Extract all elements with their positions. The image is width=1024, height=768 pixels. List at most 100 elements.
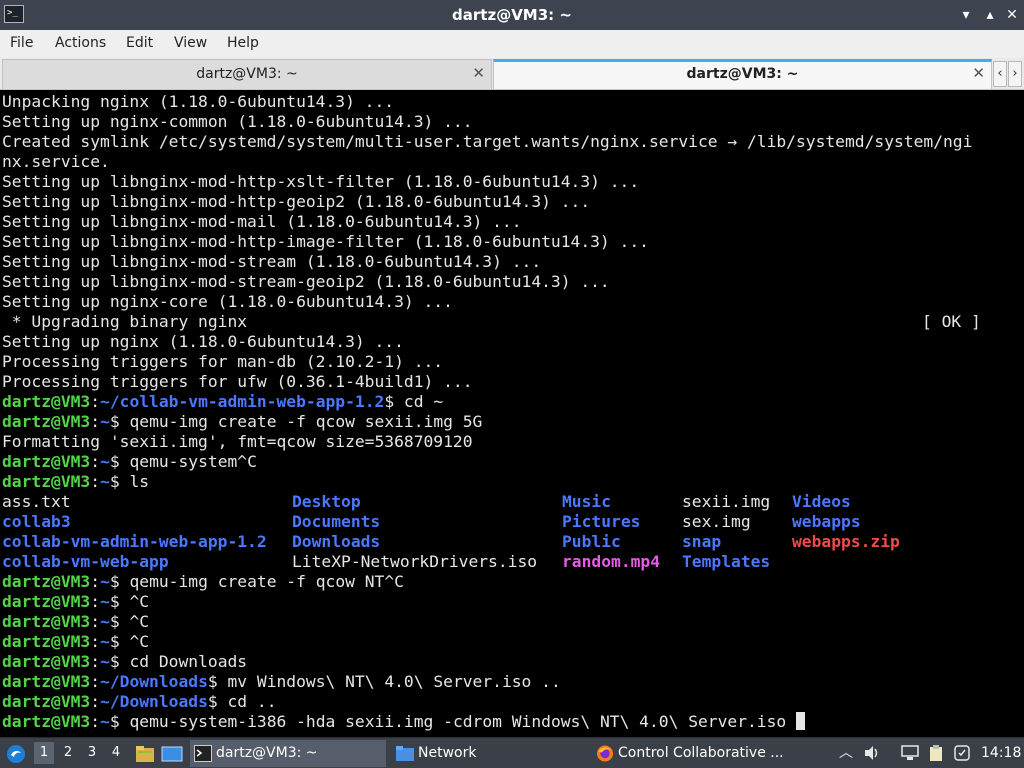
ls-entry: Templates bbox=[682, 552, 771, 571]
menu-actions[interactable]: Actions bbox=[55, 35, 106, 51]
workspace-1[interactable]: 1 bbox=[34, 742, 54, 764]
prompt-path: ~ bbox=[100, 412, 110, 431]
prompt-user: dartz@VM3 bbox=[2, 392, 91, 411]
terminal-line: Setting up libnginx-mod-stream (1.18.0-6… bbox=[2, 252, 1024, 272]
prompt-user: dartz@VM3 bbox=[2, 712, 91, 731]
prompt-separator: : bbox=[90, 412, 101, 431]
menu-view[interactable]: View bbox=[174, 35, 207, 51]
close-button[interactable]: ✕ bbox=[1003, 6, 1021, 24]
menu-edit[interactable]: Edit bbox=[126, 35, 153, 51]
ls-entry: snap bbox=[682, 532, 722, 551]
notifications-icon[interactable] bbox=[953, 744, 971, 762]
terminal-line: Setting up libnginx-mod-http-xslt-filter… bbox=[2, 172, 1024, 192]
tab-close-icon[interactable]: ✕ bbox=[972, 64, 985, 82]
terminal-line: dartz@VM3:~$ qemu-img create -f qcow NT^… bbox=[2, 572, 1024, 592]
terminal-line: nx.service. bbox=[2, 152, 1024, 172]
prompt-path: ~ bbox=[100, 572, 110, 591]
prompt-user: dartz@VM3 bbox=[2, 672, 91, 691]
terminal-line: dartz@VM3:~$ qemu-system^C bbox=[2, 452, 1024, 472]
terminal-line: Setting up libnginx-mod-mail (1.18.0-6ub… bbox=[2, 212, 1024, 232]
prompt-separator: : bbox=[90, 572, 101, 591]
prompt-separator: : bbox=[90, 672, 101, 691]
command-text: cd .. bbox=[217, 692, 277, 711]
prompt-path: ~/Downloads bbox=[100, 672, 208, 691]
prompt-separator: : bbox=[90, 652, 101, 671]
command-text: qemu-system-i386 -hda sexii.img -cdrom W… bbox=[119, 712, 797, 731]
output-text: Setting up libnginx-mod-mail (1.18.0-6ub… bbox=[2, 212, 522, 231]
ls-entry: sexii.img bbox=[682, 492, 771, 511]
file-manager-launcher-icon[interactable] bbox=[135, 744, 155, 762]
terminal-view[interactable]: Unpacking nginx (1.18.0-6ubuntu14.3) ...… bbox=[0, 91, 1024, 737]
tab-bar: dartz@VM3: ~ ✕ dartz@VM3: ~ ✕ ‹ › bbox=[0, 58, 1024, 90]
prompt-symbol: $ bbox=[109, 452, 120, 471]
ls-entry: Music bbox=[562, 492, 612, 511]
prompt-path: ~ bbox=[100, 712, 110, 731]
terminal-line: dartz@VM3:~$ qemu-img create -f qcow sex… bbox=[2, 412, 1024, 432]
terminal-line: Setting up libnginx-mod-http-geoip2 (1.1… bbox=[2, 192, 1024, 212]
command-text: cd ~ bbox=[394, 392, 444, 411]
output-text: Setting up nginx-common (1.18.0-6ubuntu1… bbox=[2, 112, 473, 131]
output-text: Setting up libnginx-mod-stream-geoip2 (1… bbox=[2, 272, 610, 291]
prompt-separator: : bbox=[90, 592, 101, 611]
output-text: Setting up libnginx-mod-http-xslt-filter… bbox=[2, 172, 640, 191]
terminal-line: Setting up libnginx-mod-http-image-filte… bbox=[2, 232, 1024, 252]
command-text: qemu-system^C bbox=[119, 452, 257, 471]
network-monitor-icon[interactable] bbox=[901, 744, 919, 762]
window-titlebar[interactable]: >_ dartz@VM3: ~ ▾ ▴ ✕ bbox=[0, 0, 1024, 30]
folder-icon bbox=[396, 746, 414, 761]
output-text: Setting up libnginx-mod-http-geoip2 (1.1… bbox=[2, 192, 591, 211]
ls-entry: Videos bbox=[792, 492, 851, 511]
tab-scroll-right-icon[interactable]: › bbox=[1008, 61, 1022, 87]
task-label: Control Collaborative ... bbox=[618, 745, 784, 761]
command-text: cd Downloads bbox=[119, 652, 248, 671]
prompt-symbol: $ bbox=[109, 632, 120, 651]
command-text: ls bbox=[119, 472, 150, 491]
workspace-4[interactable]: 4 bbox=[106, 742, 126, 764]
prompt-separator: : bbox=[90, 692, 101, 711]
menu-help[interactable]: Help bbox=[227, 35, 259, 51]
ls-entry: Pictures bbox=[562, 512, 641, 531]
output-text: Unpacking nginx (1.18.0-6ubuntu14.3) ... bbox=[2, 92, 395, 111]
tab-close-icon[interactable]: ✕ bbox=[472, 64, 485, 82]
command-text: qemu-img create -f qcow sexii.img 5G bbox=[119, 412, 483, 431]
prompt-user: dartz@VM3 bbox=[2, 652, 91, 671]
prompt-path: ~ bbox=[100, 452, 110, 471]
task-terminal[interactable]: dartz@VM3: ~ bbox=[190, 740, 386, 767]
ls-entry: ass.txt bbox=[2, 492, 71, 511]
terminal-line: Setting up nginx-common (1.18.0-6ubuntu1… bbox=[2, 112, 1024, 132]
terminal-line: dartz@VM3:~$ ^C bbox=[2, 612, 1024, 632]
prompt-path: ~/Downloads bbox=[100, 692, 208, 711]
app-menu-icon[interactable] bbox=[6, 744, 26, 764]
ls-entry: collab-vm-admin-web-app-1.2 bbox=[2, 532, 267, 551]
ls-entry: Downloads bbox=[292, 532, 381, 551]
tab-label: dartz@VM3: ~ bbox=[686, 66, 799, 82]
minimize-button[interactable]: ▾ bbox=[957, 6, 975, 24]
volume-icon[interactable] bbox=[863, 744, 881, 762]
tab-terminal-2[interactable]: dartz@VM3: ~ ✕ bbox=[493, 59, 992, 89]
tray-expand-icon[interactable]: ︿ bbox=[837, 744, 855, 762]
prompt-user: dartz@VM3 bbox=[2, 612, 91, 631]
window-title: dartz@VM3: ~ bbox=[452, 6, 572, 24]
workspace-2[interactable]: 2 bbox=[58, 742, 78, 764]
prompt-user: dartz@VM3 bbox=[2, 412, 91, 431]
maximize-button[interactable]: ▴ bbox=[981, 6, 999, 24]
prompt-separator: : bbox=[90, 472, 101, 491]
workspace-3[interactable]: 3 bbox=[82, 742, 102, 764]
menu-file[interactable]: File bbox=[10, 35, 33, 51]
terminal-line: collab-vm-web-app LiteXP-NetworkDrivers.i… bbox=[2, 552, 1024, 572]
terminal-cursor bbox=[796, 712, 806, 730]
ls-entry: Documents bbox=[292, 512, 381, 531]
prompt-user: dartz@VM3 bbox=[2, 592, 91, 611]
output-text: Processing triggers for man-db (2.10.2-1… bbox=[2, 352, 444, 371]
show-desktop-icon[interactable] bbox=[161, 744, 183, 762]
ok-status: [ OK ] bbox=[922, 312, 981, 331]
clock[interactable]: 14:18 bbox=[981, 738, 1021, 768]
task-firefox[interactable]: Control Collaborative ... bbox=[592, 740, 830, 767]
terminal-line: dartz@VM3:~/Downloads$ mv Windows\ NT\ 4… bbox=[2, 672, 1024, 692]
task-network[interactable]: Network bbox=[392, 740, 588, 767]
tab-terminal-1[interactable]: dartz@VM3: ~ ✕ bbox=[2, 59, 492, 89]
clipboard-icon[interactable] bbox=[927, 744, 945, 762]
terminal-output: Unpacking nginx (1.18.0-6ubuntu14.3) ...… bbox=[2, 92, 1024, 732]
prompt-user: dartz@VM3 bbox=[2, 452, 91, 471]
tab-scroll-left-icon[interactable]: ‹ bbox=[993, 61, 1007, 87]
